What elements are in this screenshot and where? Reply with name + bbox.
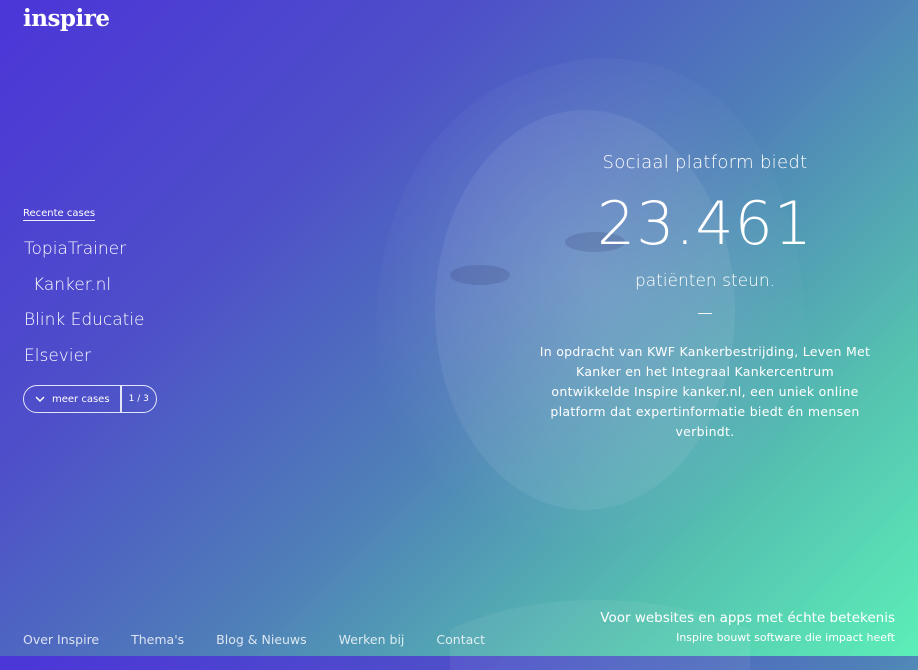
divider-dash <box>698 313 712 314</box>
footer-tagline: Voor websites en apps met échte betekeni… <box>600 610 895 644</box>
hero-description: In opdracht van KWF Kankerbestrijding, L… <box>539 344 871 439</box>
footer-link-over-inspire[interactable]: Over Inspire <box>23 632 99 647</box>
hero-subtitle: patiënten steun. <box>634 271 776 291</box>
case-link-topiatrainer[interactable]: TopiaTrainer <box>24 236 145 272</box>
chevron-down-icon <box>35 396 45 402</box>
more-cases-label: meer cases <box>52 393 110 405</box>
tagline-title: Voor websites en apps met échte betekeni… <box>600 610 895 626</box>
footer-link-themas[interactable]: Thema's <box>131 632 184 647</box>
recent-cases-label: Recente cases <box>23 208 96 221</box>
inspire-logo[interactable]: inspire <box>23 5 110 32</box>
hero-section: Sociaal platform biedt 23.461 patiënten … <box>510 152 900 442</box>
case-link-blink-educatie[interactable]: Blink Educatie <box>24 307 145 343</box>
footer-link-contact[interactable]: Contact <box>436 632 485 647</box>
hero-lead: Sociaal platform biedt <box>602 152 808 173</box>
case-page-indicator: 1 / 3 <box>128 394 149 404</box>
footer-link-blog-nieuws[interactable]: Blog & Nieuws <box>216 632 307 647</box>
more-cases-left[interactable]: meer cases <box>24 393 120 405</box>
footer-link-werken-bij[interactable]: Werken bij <box>339 632 405 647</box>
footer-nav: Over Inspire Thema's Blog & Nieuws Werke… <box>23 632 485 647</box>
recent-cases-list: TopiaTrainer Kanker.nl Blink Educatie El… <box>24 236 145 378</box>
hero-statistic: 23.461 <box>597 189 813 259</box>
case-link-kanker-nl[interactable]: Kanker.nl <box>24 272 145 308</box>
more-cases-button[interactable]: meer cases 1 / 3 <box>23 385 157 413</box>
case-link-elsevier[interactable]: Elsevier <box>24 343 145 379</box>
tagline-subtitle: Inspire bouwt software die impact heeft <box>676 631 895 644</box>
